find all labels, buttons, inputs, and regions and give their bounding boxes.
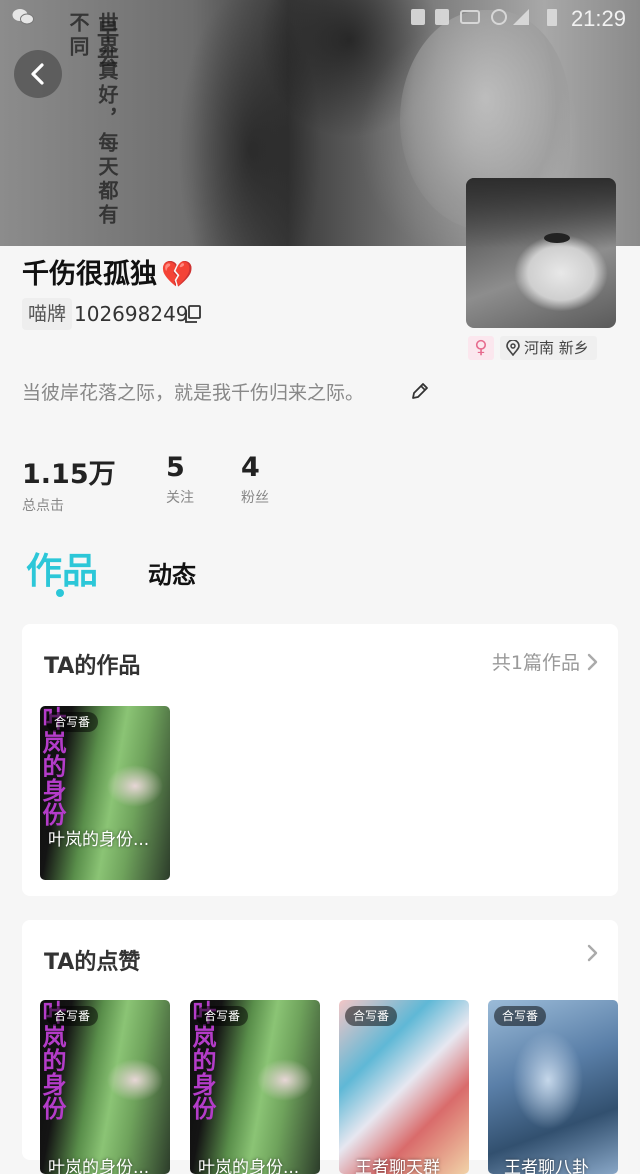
username-text: 千伤很孤独 bbox=[22, 259, 157, 290]
user-bio: 当彼岸花落之际，就是我千伤归来之际。 bbox=[22, 382, 365, 404]
stat-value: 1.15万 bbox=[22, 459, 116, 490]
broken-heart-icon: 💔 bbox=[161, 260, 194, 290]
miaopai-badge: 喵牌 bbox=[22, 298, 73, 330]
liked-work-thumbnail[interactable]: 叶岚的身份 合写番 叶岚的身份... bbox=[40, 1000, 170, 1174]
works-card: TA的作品 共1篇作品 叶岚的身份 合写番 叶岚的身份... bbox=[22, 624, 618, 896]
stat-label: 粉丝 bbox=[241, 490, 269, 506]
location-tag: 河南 新乡 bbox=[500, 336, 597, 360]
user-id: 102698249 bbox=[74, 302, 189, 326]
cover-art-text: 叶岚的身份 bbox=[40, 706, 67, 826]
wechat-notification-icon bbox=[12, 8, 34, 31]
stat-label: 总点击 bbox=[22, 498, 64, 514]
liked-work-thumbnail[interactable]: 合写番 王者聊天群 bbox=[339, 1000, 469, 1174]
work-caption: 王者聊天群 bbox=[355, 1158, 440, 1174]
content-tabs: 作品 动态 bbox=[26, 542, 196, 594]
copy-icon[interactable] bbox=[184, 305, 202, 323]
stat-followers[interactable]: 4 粉丝 bbox=[241, 452, 269, 515]
work-thumbnail[interactable]: 叶岚的身份 合写番 叶岚的身份... bbox=[40, 706, 170, 880]
coauthor-tag: 合写番 bbox=[494, 1006, 547, 1026]
chevron-right-icon bbox=[587, 653, 598, 670]
works-section-title: TA的作品 bbox=[44, 654, 141, 679]
stat-value: 5 bbox=[166, 452, 185, 483]
system-status-icons bbox=[361, 7, 561, 32]
active-tab-indicator bbox=[56, 589, 64, 597]
location-text: 河南 新乡 bbox=[524, 339, 589, 357]
gender-female-icon: ♀ bbox=[468, 336, 494, 360]
works-more-link[interactable]: 共1篇作品 bbox=[492, 648, 598, 675]
liked-work-thumbnail[interactable]: 叶岚的身份 合写番 叶岚的身份... bbox=[190, 1000, 320, 1174]
tab-activity[interactable]: 动态 bbox=[148, 555, 196, 590]
location-pin-icon bbox=[506, 340, 520, 356]
likes-section-title: TA的点赞 bbox=[44, 950, 141, 975]
tab-works[interactable]: 作品 bbox=[26, 542, 98, 594]
stat-clicks[interactable]: 1.15万 总点击 bbox=[22, 452, 166, 515]
username: 千伤很孤独 💔 bbox=[22, 252, 193, 291]
likes-card: TA的点赞 叶岚的身份 合写番 叶岚的身份... 叶岚的身份 合写番 叶岚的身份… bbox=[22, 920, 618, 1174]
coauthor-tag: 合写番 bbox=[345, 1006, 398, 1026]
work-caption: 叶岚的身份... bbox=[48, 1158, 150, 1174]
coauthor-tag: 合写番 bbox=[46, 712, 99, 732]
stat-value: 4 bbox=[241, 452, 260, 483]
stat-following[interactable]: 5 关注 bbox=[166, 452, 241, 515]
stats-row: 1.15万 总点击 5 关注 4 粉丝 bbox=[22, 452, 269, 515]
work-caption: 叶岚的身份... bbox=[48, 830, 150, 850]
cover-art-text: 叶岚的身份 bbox=[40, 1000, 67, 1120]
stat-label: 关注 bbox=[166, 490, 194, 506]
edit-pencil-icon[interactable] bbox=[410, 381, 430, 401]
chevron-left-icon bbox=[31, 63, 44, 85]
coauthor-tag: 合写番 bbox=[46, 1006, 99, 1026]
cover-art-text: 叶岚的身份 bbox=[190, 1000, 217, 1120]
chevron-right-icon bbox=[587, 944, 598, 962]
back-button[interactable] bbox=[14, 50, 62, 98]
likes-more-link[interactable] bbox=[580, 944, 598, 962]
avatar[interactable] bbox=[466, 178, 616, 328]
work-caption: 王者聊八卦 bbox=[504, 1158, 589, 1174]
status-time: 21:29 bbox=[570, 6, 626, 31]
work-caption: 叶岚的身份... bbox=[198, 1158, 300, 1174]
coauthor-tag: 合写番 bbox=[196, 1006, 249, 1026]
status-bar: 21:29 bbox=[0, 0, 640, 38]
liked-work-thumbnail[interactable]: 合写番 王者聊八卦 bbox=[488, 1000, 618, 1174]
